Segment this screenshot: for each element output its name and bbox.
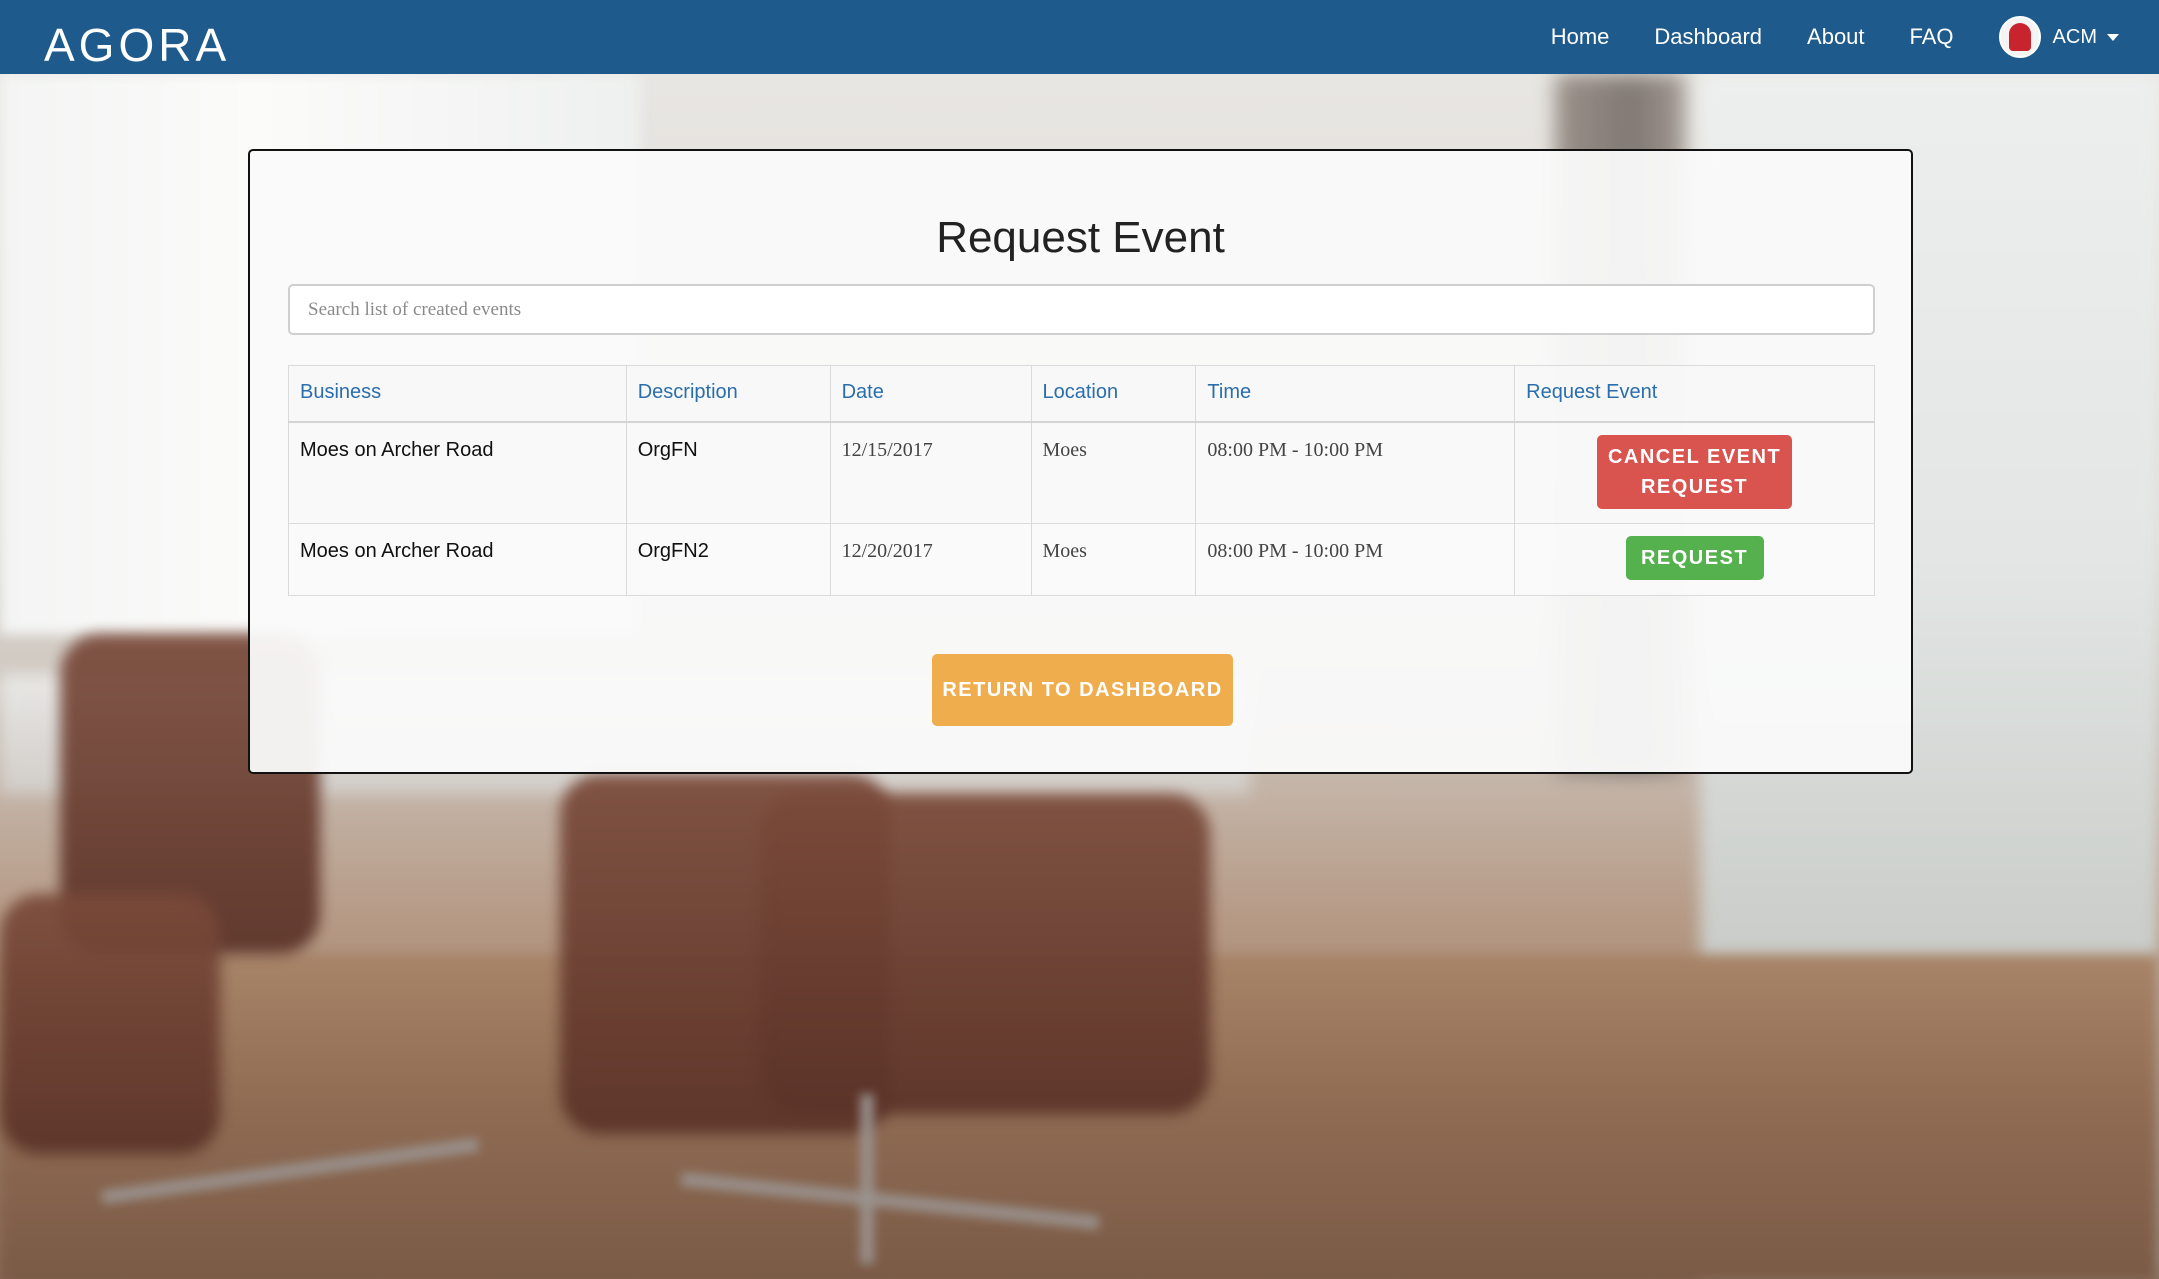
header-request-event[interactable]: Request Event [1514,365,1875,423]
header-business[interactable]: Business [288,365,627,423]
events-table: Business Description Date Location Time … [288,365,1875,596]
return-to-dashboard-button[interactable]: RETURN TO DASHBOARD [932,654,1233,726]
cell-location: Moes [1030,421,1197,524]
caret-down-icon [2107,33,2119,41]
cell-description: OrgFN2 [625,523,831,596]
background-chair [760,794,1210,1114]
background-chair [0,894,220,1154]
user-menu-dropdown[interactable]: ACM [1998,16,2119,58]
header-location[interactable]: Location [1030,365,1197,423]
user-avatar-icon [2008,23,2031,51]
logo-text: AGORA [44,19,231,71]
page-title: Request Event [936,213,1225,262]
cell-time: 08:00 PM - 10:00 PM [1195,523,1516,596]
agora-logo[interactable]: AGORA [44,18,230,72]
table-row: Moes on Archer Road OrgFN 12/15/2017 Moe… [288,421,1875,524]
cell-action: CANCEL EVENT REQUEST [1514,421,1875,524]
cancel-event-request-button[interactable]: CANCEL EVENT REQUEST [1597,434,1793,509]
request-event-panel: Request Event Business Description Date … [248,149,1913,774]
header-date[interactable]: Date [829,365,1032,423]
table-row: Moes on Archer Road OrgFN2 12/20/2017 Mo… [288,523,1875,596]
nav-faq[interactable]: FAQ [1910,24,1954,50]
search-input[interactable] [288,284,1875,335]
avatar [1998,16,2041,58]
cell-location: Moes [1030,523,1197,596]
background-chair-base [860,1094,874,1264]
nav-home[interactable]: Home [1551,24,1610,50]
cell-business: Moes on Archer Road [288,421,627,524]
cell-date: 12/20/2017 [829,523,1032,596]
header-time[interactable]: Time [1195,365,1516,423]
header-description[interactable]: Description [625,365,831,423]
request-button[interactable]: REQUEST [1625,536,1764,580]
table-header-row: Business Description Date Location Time … [288,365,1875,423]
nav-dashboard[interactable]: Dashboard [1654,24,1762,50]
nav-links: Home Dashboard About FAQ ACM [1506,0,2119,74]
user-name: ACM [2052,25,2097,48]
cell-action: REQUEST [1514,523,1875,596]
cell-business: Moes on Archer Road [288,523,627,596]
nav-about[interactable]: About [1807,24,1865,50]
cell-description: OrgFN [625,421,831,524]
cell-date: 12/15/2017 [829,421,1032,524]
cell-time: 08:00 PM - 10:00 PM [1195,421,1516,524]
top-navbar: AGORA Home Dashboard About FAQ ACM [0,0,2159,74]
